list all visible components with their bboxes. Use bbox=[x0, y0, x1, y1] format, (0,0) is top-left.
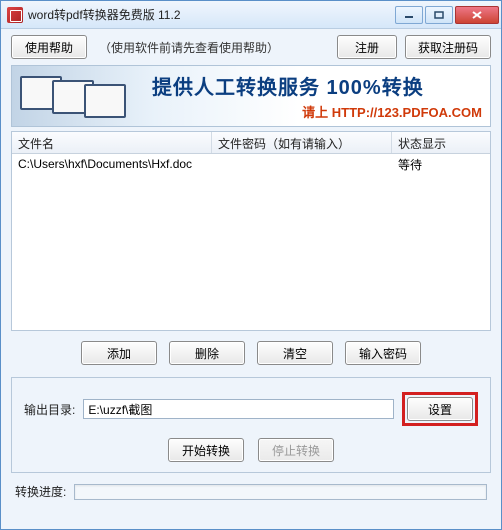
app-icon bbox=[7, 7, 23, 23]
close-button[interactable] bbox=[455, 6, 499, 24]
app-window: word转pdf转换器免费版 11.2 使用帮助 （使用软件前请先查看使用帮助）… bbox=[0, 0, 502, 530]
output-path-input[interactable] bbox=[83, 399, 394, 419]
progress-bar bbox=[74, 484, 487, 500]
progress-row: 转换进度: bbox=[11, 473, 491, 500]
usage-hint: （使用软件前请先查看使用帮助） bbox=[95, 39, 329, 56]
ad-banner[interactable]: 提供人工转换服务 100%转换 请上 HTTP://123.PDFOA.COM bbox=[11, 65, 491, 127]
window-controls bbox=[395, 6, 499, 24]
minimize-icon bbox=[404, 11, 414, 19]
cell-password bbox=[212, 162, 392, 166]
input-password-button[interactable]: 输入密码 bbox=[345, 341, 421, 365]
output-row: 输出目录: 设置 bbox=[24, 392, 478, 426]
settings-button[interactable]: 设置 bbox=[407, 397, 473, 421]
table-header: 文件名 文件密码（如有请输入） 状态显示 bbox=[12, 132, 490, 154]
top-toolbar: 使用帮助 （使用软件前请先查看使用帮助） 注册 获取注册码 bbox=[11, 35, 491, 59]
col-header-status[interactable]: 状态显示 bbox=[392, 132, 490, 153]
add-button[interactable]: 添加 bbox=[81, 341, 157, 365]
banner-headline: 提供人工转换服务 100%转换 bbox=[152, 71, 424, 100]
start-convert-button[interactable]: 开始转换 bbox=[168, 438, 244, 462]
whiteboard-icon bbox=[84, 84, 126, 118]
cell-status: 等待 bbox=[392, 154, 490, 175]
cell-filename: C:\Users\hxf\Documents\Hxf.doc bbox=[12, 155, 212, 173]
register-button[interactable]: 注册 bbox=[337, 35, 397, 59]
titlebar[interactable]: word转pdf转换器免费版 11.2 bbox=[1, 1, 501, 29]
clear-button[interactable]: 清空 bbox=[257, 341, 333, 365]
table-body[interactable]: C:\Users\hxf\Documents\Hxf.doc 等待 bbox=[12, 154, 490, 330]
close-icon bbox=[471, 10, 483, 20]
window-title: word转pdf转换器免费版 11.2 bbox=[28, 6, 395, 23]
banner-subline: 请上 HTTP://123.PDFOA.COM bbox=[302, 102, 482, 121]
minimize-button[interactable] bbox=[395, 6, 423, 24]
col-header-password[interactable]: 文件密码（如有请输入） bbox=[212, 132, 392, 153]
output-label: 输出目录: bbox=[24, 401, 75, 418]
banner-sub-prefix: 请上 bbox=[302, 105, 332, 120]
table-row[interactable]: C:\Users\hxf\Documents\Hxf.doc 等待 bbox=[12, 154, 490, 174]
file-actions: 添加 删除 清空 输入密码 bbox=[11, 331, 491, 371]
banner-art bbox=[12, 66, 152, 126]
maximize-icon bbox=[434, 11, 444, 19]
maximize-button[interactable] bbox=[425, 6, 453, 24]
get-code-button[interactable]: 获取注册码 bbox=[405, 35, 491, 59]
stop-convert-button[interactable]: 停止转换 bbox=[258, 438, 334, 462]
client-area: 使用帮助 （使用软件前请先查看使用帮助） 注册 获取注册码 提供人工转换服务 1… bbox=[1, 29, 501, 529]
help-button[interactable]: 使用帮助 bbox=[11, 35, 87, 59]
file-table: 文件名 文件密码（如有请输入） 状态显示 C:\Users\hxf\Docume… bbox=[11, 131, 491, 331]
output-group: 输出目录: 设置 开始转换 停止转换 bbox=[11, 377, 491, 473]
col-header-filename[interactable]: 文件名 bbox=[12, 132, 212, 153]
progress-label: 转换进度: bbox=[15, 483, 66, 500]
delete-button[interactable]: 删除 bbox=[169, 341, 245, 365]
banner-text: 提供人工转换服务 100%转换 请上 HTTP://123.PDFOA.COM bbox=[152, 66, 490, 126]
banner-url: HTTP://123.PDFOA.COM bbox=[332, 105, 482, 120]
convert-row: 开始转换 停止转换 bbox=[24, 438, 478, 462]
settings-highlight: 设置 bbox=[402, 392, 478, 426]
